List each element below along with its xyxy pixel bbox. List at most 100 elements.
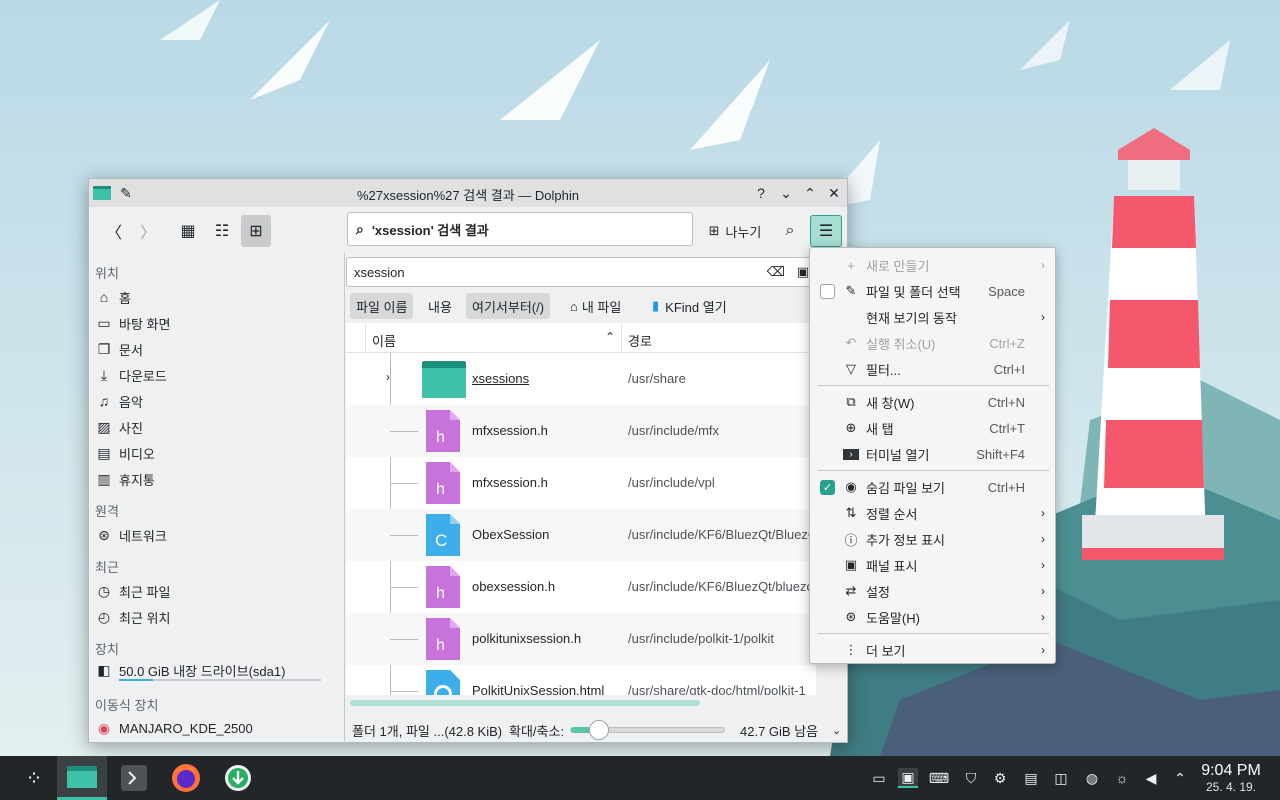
show-desktop-icon[interactable]: ▭ xyxy=(869,768,889,788)
clock-date: 25. 4. 19. xyxy=(1205,780,1257,794)
sidebar-item-label: 문서 xyxy=(119,342,143,358)
menu-item-show-panels[interactable]: ▣ 패널 표시 › xyxy=(810,552,1057,578)
menu-item-select-files[interactable]: ✎ 파일 및 폴더 선택 Space xyxy=(810,278,1057,304)
forward-button[interactable]: 〉 xyxy=(133,215,163,247)
menu-item-additional-info[interactable]: ⓘ 추가 정보 표시 › xyxy=(810,526,1057,552)
menu-item-undo[interactable]: ↶ 실행 취소(U) Ctrl+Z xyxy=(810,330,1057,356)
optical-disc-icon: ◉ xyxy=(97,719,111,736)
menu-item-new[interactable]: + 새로 만들기 › xyxy=(810,252,1057,278)
table-row[interactable]: h mfxsession.h /usr/include/mfx xyxy=(346,405,816,457)
sidebar-item-pictures[interactable]: ▨ 사진 xyxy=(95,416,339,438)
zoom-slider[interactable] xyxy=(570,720,725,740)
menu-separator xyxy=(818,633,1049,634)
application-launcher-button[interactable]: ⁘ xyxy=(12,756,56,800)
sidebar-item-home[interactable]: ⌂ 홈 xyxy=(95,286,339,308)
horizontal-scrollbar[interactable] xyxy=(348,699,814,707)
pager-icon[interactable]: ▣ xyxy=(898,768,918,788)
brightness-icon[interactable]: ☼ xyxy=(1112,768,1132,788)
sidebar-item-network[interactable]: ⊛ 네트워크 xyxy=(95,524,339,546)
sidebar-item-label: 최근 파일 xyxy=(119,584,171,600)
open-kfind-button[interactable]: ▮ KFind 열기 xyxy=(646,293,733,319)
details-view-button[interactable]: ⊞ xyxy=(241,215,271,247)
menu-item-new-tab[interactable]: ⊕ 새 탭 Ctrl+T xyxy=(810,415,1057,441)
sidebar-item-documents[interactable]: ❐ 문서 xyxy=(95,338,339,360)
title-bar[interactable]: ✎ %27xsession%27 검색 결과 — Dolphin ? ⌄ ⌃ ✕ xyxy=(89,179,847,207)
maximize-button[interactable]: ⌃ xyxy=(801,184,819,202)
zoom-slider-handle[interactable] xyxy=(588,720,609,740)
header-file-icon: h xyxy=(426,462,460,504)
column-header-path[interactable]: 경로 xyxy=(628,331,652,350)
icons-view-button[interactable]: ▦ xyxy=(173,215,203,247)
network-icon[interactable]: ◍ xyxy=(1082,768,1102,788)
split-button[interactable]: ⊞ 나누기 xyxy=(703,215,767,247)
menu-item-label: 새 탭 xyxy=(866,421,894,437)
sidebar-item-label: 다운로드 xyxy=(119,368,167,384)
scrollbar-thumb[interactable] xyxy=(350,700,700,706)
task-dolphin[interactable] xyxy=(57,756,107,800)
filter-content-button[interactable]: 내용 xyxy=(422,293,458,319)
sidebar-item-desktop[interactable]: ▭ 바탕 화면 xyxy=(95,312,339,334)
close-button[interactable]: ✕ xyxy=(825,184,843,202)
keyboard-icon[interactable]: ⌨ xyxy=(929,768,949,788)
minimize-button[interactable]: ⌄ xyxy=(777,184,795,202)
chevron-right-icon: › xyxy=(1041,258,1045,272)
hamburger-menu-button[interactable]: ☰ xyxy=(810,215,842,247)
places-heading: 위치 xyxy=(95,266,119,281)
sidebar-item-internal-drive[interactable]: ◧ 50.0 GiB 내장 드라이브(sda1) xyxy=(95,659,339,681)
menu-item-filter[interactable]: ▽ 필터... Ctrl+I xyxy=(810,356,1057,382)
search-field[interactable]: xsession ⌫ ▣ xyxy=(346,257,816,287)
sidebar-item-music[interactable]: ♫ 음악 xyxy=(95,390,339,412)
menu-item-new-window[interactable]: ⧉ 새 창(W) Ctrl+N xyxy=(810,389,1057,415)
filter-from-here-button[interactable]: 여기서부터(/) xyxy=(466,293,551,319)
task-firefox[interactable] xyxy=(164,756,208,800)
menu-item-label: 추가 정보 표시 xyxy=(866,532,945,548)
save-search-icon[interactable]: ▣ xyxy=(797,264,809,280)
table-row[interactable]: h obexsession.h /usr/include/KF6/BluezQt… xyxy=(346,561,816,613)
column-header-name[interactable]: 이름 xyxy=(372,331,396,350)
menu-item-help[interactable]: ⊛ 도움말(H) › xyxy=(810,604,1057,630)
clear-search-icon[interactable]: ⌫ xyxy=(767,264,785,280)
clipboard-icon[interactable]: ▤ xyxy=(1021,768,1041,788)
search-toggle-button[interactable]: ⌕ xyxy=(775,215,805,247)
clock[interactable]: 9:04 PM 25. 4. 19. xyxy=(1196,762,1266,794)
location-bar[interactable]: ⌕ 'xsession' 검색 결과 xyxy=(347,212,693,246)
back-button[interactable]: 〈 xyxy=(99,215,129,247)
sidebar-item-recent-files[interactable]: ◷ 최근 파일 xyxy=(95,580,339,602)
filter-my-files-button[interactable]: ⌂ 내 파일 xyxy=(564,293,627,319)
table-row[interactable]: PolkitUnixSession.html /usr/share/gtk-do… xyxy=(346,665,816,695)
menu-item-sort[interactable]: ⇅ 정렬 순서 › xyxy=(810,500,1057,526)
sidebar-item-removable-disc[interactable]: ◉ MANJARO_KDE_2500 xyxy=(95,717,339,739)
table-row[interactable]: C ObexSession /usr/include/KF6/BluezQt/B… xyxy=(346,509,816,561)
expand-arrow-icon[interactable]: › xyxy=(386,370,390,384)
search-icon: ⌕ xyxy=(356,220,364,237)
system-tray-expand-icon[interactable]: ⌃ xyxy=(1170,768,1190,788)
filter-filename-button[interactable]: 파일 이름 xyxy=(350,293,414,319)
menu-item-settings[interactable]: ⇄ 설정 › xyxy=(810,578,1057,604)
menu-item-view-actions[interactable]: 현재 보기의 동작 › xyxy=(810,304,1057,330)
help-button[interactable]: ? xyxy=(752,184,770,202)
sidebar-item-trash[interactable]: ▥ 휴지통 xyxy=(95,468,339,490)
table-row[interactable]: › xsessions /usr/share xyxy=(346,353,816,405)
volume-icon[interactable]: ◀ xyxy=(1141,768,1161,788)
compact-view-button[interactable]: ☷ xyxy=(207,215,237,247)
location-text: 'xsession' 검색 결과 xyxy=(371,222,489,238)
security-shield-icon[interactable]: ⛉ xyxy=(961,768,981,788)
table-row[interactable]: h polkitunixsession.h /usr/include/polki… xyxy=(346,613,816,665)
menu-item-open-terminal[interactable]: › 터미널 열기 Shift+F4 xyxy=(810,441,1057,467)
filter-label: 내용 xyxy=(428,299,452,315)
sidebar-item-recent-locations[interactable]: ◴ 최근 위치 xyxy=(95,606,339,628)
sidebar-item-downloads[interactable]: ⤓ 다운로드 xyxy=(95,364,339,386)
task-terminal[interactable] xyxy=(112,756,156,800)
checkbox[interactable] xyxy=(820,283,835,299)
table-row[interactable]: h mfxsession.h /usr/include/vpl xyxy=(346,457,816,509)
menu-item-more[interactable]: ⋮ 더 보기 › xyxy=(810,637,1057,663)
menu-item-show-hidden[interactable]: ✓ ◉ 숨김 파일 보기 Ctrl+H xyxy=(810,474,1057,500)
kde-connect-icon[interactable]: ⚙ xyxy=(990,768,1010,788)
task-updater[interactable] xyxy=(216,756,260,800)
chevron-down-icon[interactable]: ⌄ xyxy=(832,724,841,737)
display-icon[interactable]: ◫ xyxy=(1051,768,1071,788)
folder-icon xyxy=(422,361,466,398)
checkbox-checked[interactable]: ✓ xyxy=(820,479,835,495)
file-path: /usr/include/vpl xyxy=(628,475,715,490)
sidebar-item-videos[interactable]: ▤ 비디오 xyxy=(95,442,339,464)
